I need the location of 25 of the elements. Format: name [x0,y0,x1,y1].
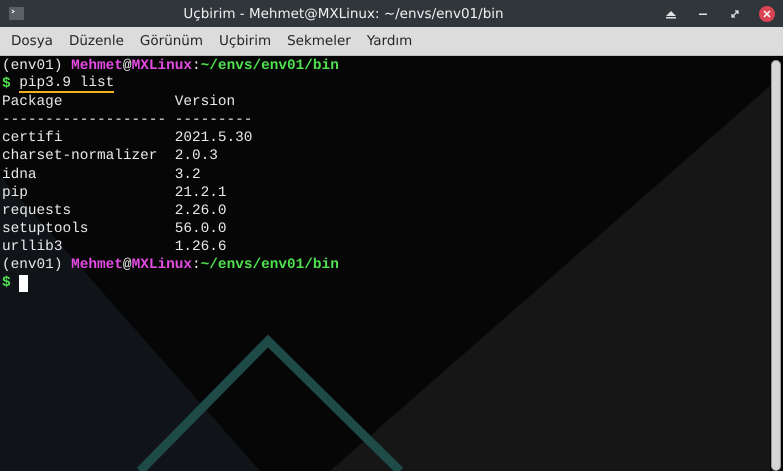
output-line: charset-normalizer 2.0.3 [2,147,218,166]
close-icon[interactable] [759,6,775,22]
output-line: ------------------- --------- [2,111,252,130]
window-title: Uçbirim - Mehmet@MXLinux: ~/envs/env01/bin [182,6,505,22]
output-line: certifi 2021.5.30 [2,129,252,148]
menu-item[interactable]: Düzenle [60,33,132,49]
prompt-symbol: $ [2,75,11,94]
menu-item[interactable]: Uçbirim [211,33,280,49]
prompt-line: (env01) Mehmet@MXLinux:~/envs/env01/bin [2,57,339,76]
prompt-line: (env01) Mehmet@MXLinux:~/envs/env01/bin [2,256,339,274]
terminal-icon [9,7,24,20]
text-cursor [19,274,28,292]
prompt-symbol: $ [2,274,11,292]
menu-item[interactable]: Sekmeler [279,33,359,49]
output-line: idna 3.2 [2,166,201,184]
command-text: pip3.9 list [19,75,114,94]
output-line: urllib3 1.26.6 [2,238,227,256]
output-line: requests 2.26.0 [2,202,227,220]
output-line: Package Version [2,93,236,112]
scrollbar[interactable] [771,60,781,471]
output-line: pip 21.2.1 [2,184,227,202]
menu-item[interactable]: Yardım [358,33,420,49]
output-line: setuptools 56.0.0 [2,220,227,238]
menu-item[interactable]: Dosya [3,33,61,49]
menu-item[interactable]: Görünüm [132,33,212,49]
